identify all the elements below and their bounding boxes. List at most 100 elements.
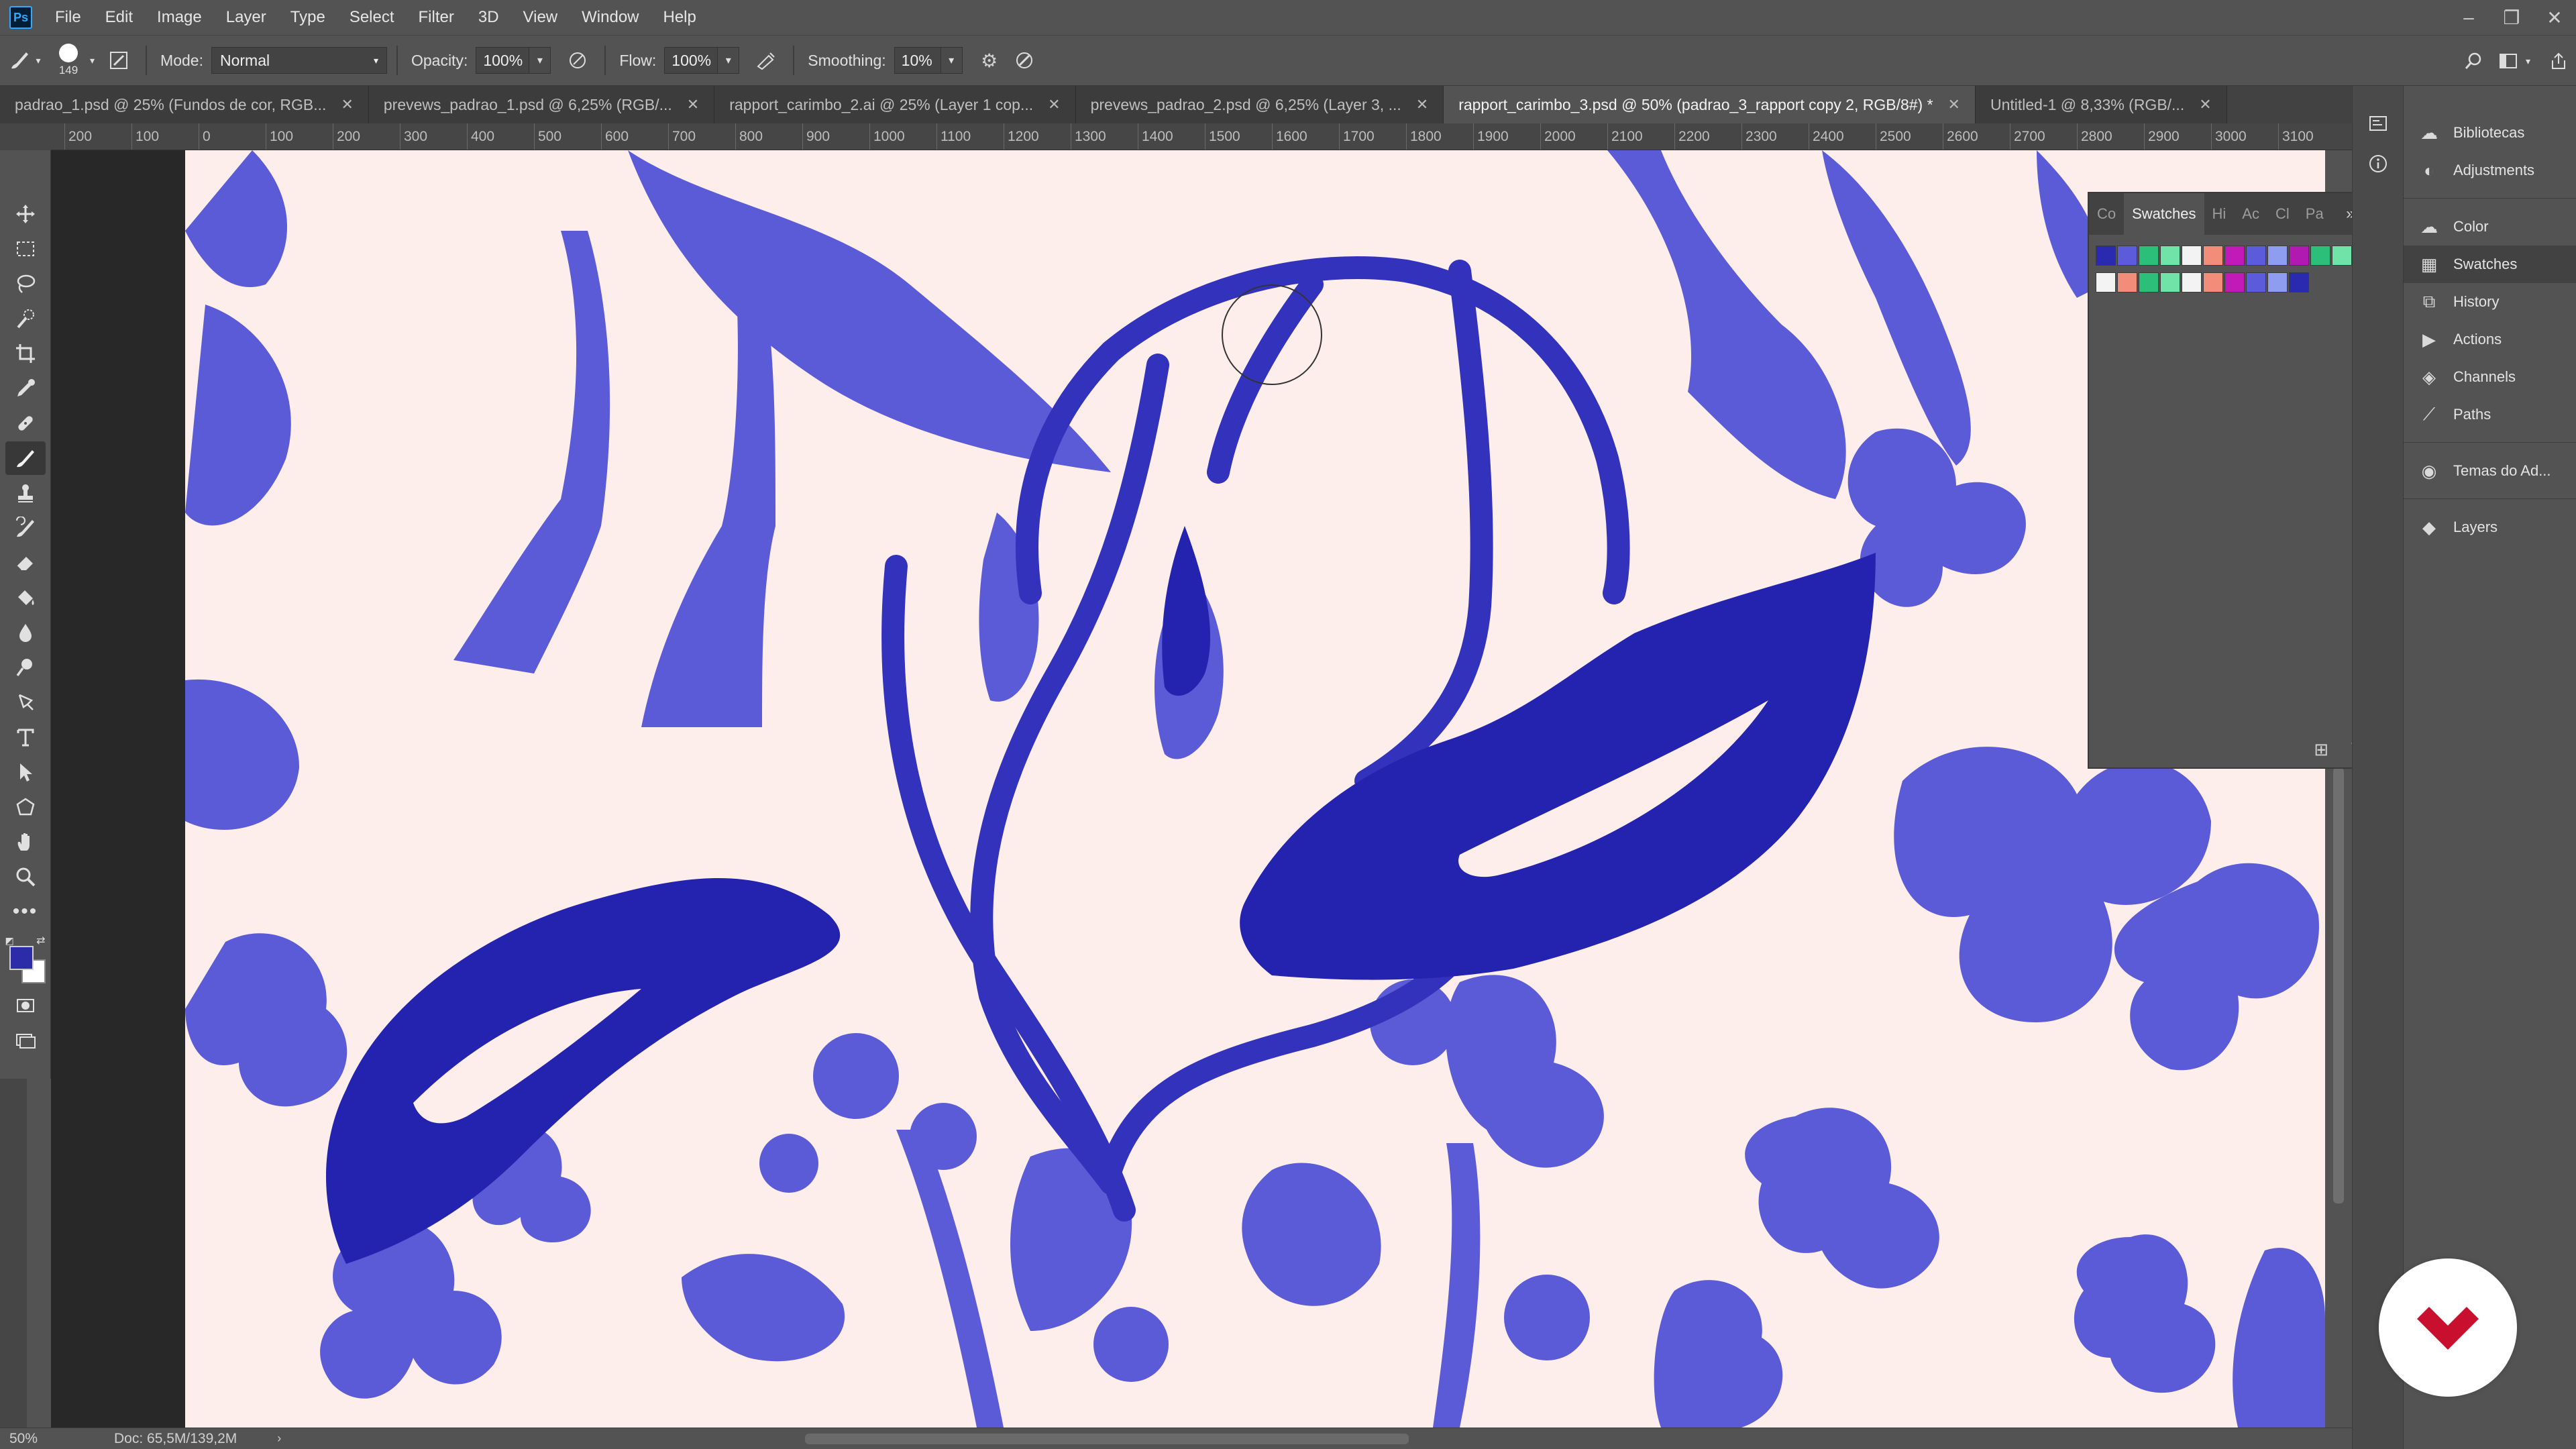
dock-item-layers[interactable]: ◆ Layers — [2404, 508, 2576, 546]
paint-bucket-tool[interactable] — [5, 581, 46, 614]
document-tab[interactable]: prevews_padrao_2.psd @ 6,25% (Layer 3, .… — [1075, 86, 1444, 123]
document-size-info[interactable]: Doc: 65,5M/139,2M — [80, 1431, 237, 1447]
screen-mode-button[interactable] — [5, 1024, 46, 1057]
close-tab-icon[interactable]: ✕ — [1048, 96, 1060, 113]
properties-icon[interactable] — [2353, 103, 2404, 144]
mode-select[interactable]: Normal ▾ — [211, 47, 387, 74]
dock-item-actions[interactable]: ▶ Actions — [2404, 321, 2576, 358]
menu-type[interactable]: Type — [278, 0, 337, 35]
airbrush-icon[interactable] — [749, 43, 784, 78]
eyedropper-tool[interactable] — [5, 372, 46, 405]
document-tab[interactable]: Untitled-1 @ 8,33% (RGB/... ✕ — [1975, 86, 2227, 123]
brush-tool[interactable] — [5, 441, 46, 475]
color-swatch[interactable] — [2224, 272, 2245, 292]
minimize-icon[interactable]: – — [2447, 0, 2490, 35]
color-swatch[interactable] — [2289, 246, 2309, 266]
flow-input[interactable]: 100% — [664, 47, 718, 74]
panel-tab-paths[interactable]: Pa — [2298, 193, 2332, 235]
scrollbar-thumb[interactable] — [2333, 767, 2344, 1203]
document-tab-active[interactable]: rapport_carimbo_3.psd @ 50% (padrao_3_ra… — [1444, 86, 1976, 123]
search-icon[interactable] — [2456, 44, 2491, 78]
color-swatch[interactable] — [2267, 272, 2288, 292]
chevron-down-icon[interactable]: ▾ — [90, 55, 95, 66]
color-swatch[interactable] — [2203, 246, 2223, 266]
edit-toolbar-button[interactable]: ••• — [5, 895, 46, 928]
menu-image[interactable]: Image — [145, 0, 214, 35]
color-swatch[interactable] — [2246, 272, 2266, 292]
horizontal-scrollbar-thumb[interactable] — [805, 1434, 1409, 1444]
tool-preset-picker[interactable]: ▾ — [0, 40, 47, 80]
panel-tab-color[interactable]: Co — [2089, 193, 2124, 235]
smoothing-dropdown-icon[interactable]: ▾ — [941, 47, 963, 74]
smoothing-input[interactable]: 10% — [894, 47, 941, 74]
menu-view[interactable]: View — [511, 0, 570, 35]
color-swatch[interactable] — [2160, 246, 2180, 266]
menu-window[interactable]: Window — [570, 0, 651, 35]
opacity-dropdown-icon[interactable]: ▾ — [529, 47, 551, 74]
info-icon[interactable] — [2353, 144, 2404, 184]
zoom-tool[interactable] — [5, 860, 46, 894]
close-tab-icon[interactable]: ✕ — [1416, 96, 1428, 113]
chevron-down-icon[interactable]: ▾ — [2526, 56, 2530, 67]
dock-item-history[interactable]: ⧉ History — [2404, 283, 2576, 321]
menu-layer[interactable]: Layer — [214, 0, 278, 35]
crop-tool[interactable] — [5, 337, 46, 370]
dock-item-adjustments[interactable]: ◐ Adjustments — [2404, 152, 2576, 189]
foreground-color-swatch[interactable] — [9, 946, 34, 970]
history-brush-tool[interactable] — [5, 511, 46, 545]
hand-tool[interactable] — [5, 825, 46, 859]
type-tool[interactable] — [5, 720, 46, 754]
menu-file[interactable]: File — [43, 0, 93, 35]
close-tab-icon[interactable]: ✕ — [2199, 96, 2211, 113]
panel-tab-history[interactable]: Hi — [2204, 193, 2235, 235]
canvas-workspace[interactable] — [51, 150, 2352, 1428]
horizontal-ruler[interactable]: 200 100 0 100 200 300 400 500 600 700 800 900 1000 11… — [51, 123, 2352, 150]
color-swatch[interactable] — [2310, 246, 2330, 266]
zoom-level-field[interactable]: 50% — [0, 1431, 80, 1447]
quick-selection-tool[interactable] — [5, 302, 46, 335]
color-swatch[interactable] — [2139, 272, 2159, 292]
share-icon[interactable] — [2541, 44, 2576, 78]
menu-select[interactable]: Select — [337, 0, 407, 35]
ruler-corner[interactable] — [0, 123, 51, 150]
color-swatch[interactable] — [2267, 246, 2288, 266]
document-tab[interactable]: prevews_padrao_1.psd @ 6,25% (RGB/... ✕ — [368, 86, 715, 123]
dock-item-channels[interactable]: ◈ Channels — [2404, 358, 2576, 396]
pressure-size-icon[interactable] — [1007, 43, 1042, 78]
blur-tool[interactable] — [5, 616, 46, 649]
workspace-switcher-icon[interactable] — [2491, 44, 2526, 78]
color-swatch[interactable] — [2224, 246, 2245, 266]
panel-tab-channels[interactable]: Cl — [2267, 193, 2298, 235]
dock-item-libraries[interactable]: ☁ Bibliotecas — [2404, 114, 2576, 152]
pen-tool[interactable] — [5, 686, 46, 719]
color-swatch[interactable] — [2332, 246, 2352, 266]
color-swatch[interactable] — [2289, 272, 2309, 292]
close-tab-icon[interactable]: ✕ — [687, 96, 699, 113]
panel-tab-swatches[interactable]: Swatches — [2124, 193, 2204, 235]
close-tab-icon[interactable]: ✕ — [1948, 96, 1960, 113]
move-tool[interactable] — [5, 197, 46, 231]
color-swatch[interactable] — [2160, 272, 2180, 292]
vertical-ruler[interactable] — [0, 1079, 27, 1428]
eraser-tool[interactable] — [5, 546, 46, 580]
marquee-tool[interactable] — [5, 232, 46, 266]
color-swatch[interactable] — [2096, 272, 2116, 292]
healing-brush-tool[interactable] — [5, 407, 46, 440]
menu-3d[interactable]: 3D — [466, 0, 511, 35]
swap-colors-icon[interactable]: ⇄ — [36, 934, 45, 947]
document-tab[interactable]: padrao_1.psd @ 25% (Fundos de cor, RGB..… — [0, 86, 369, 123]
color-swatch[interactable] — [2182, 246, 2202, 266]
pressure-opacity-icon[interactable] — [560, 43, 595, 78]
restore-icon[interactable]: ❐ — [2490, 0, 2533, 35]
dodge-tool[interactable] — [5, 651, 46, 684]
dock-item-paths[interactable]: ⟋ Paths — [2404, 396, 2576, 433]
color-swatch[interactable] — [2182, 272, 2202, 292]
brush-size-picker[interactable]: 149 — [47, 40, 90, 80]
close-window-icon[interactable]: ✕ — [2533, 0, 2576, 35]
document-tab[interactable]: rapport_carimbo_2.ai @ 25% (Layer 1 cop.… — [714, 86, 1076, 123]
quick-mask-button[interactable] — [5, 989, 46, 1022]
color-swatch[interactable] — [2203, 272, 2223, 292]
color-swatch[interactable] — [2117, 246, 2137, 266]
smoothing-options-gear-icon[interactable]: ⚙ — [972, 43, 1007, 78]
color-swatch[interactable] — [2246, 246, 2266, 266]
